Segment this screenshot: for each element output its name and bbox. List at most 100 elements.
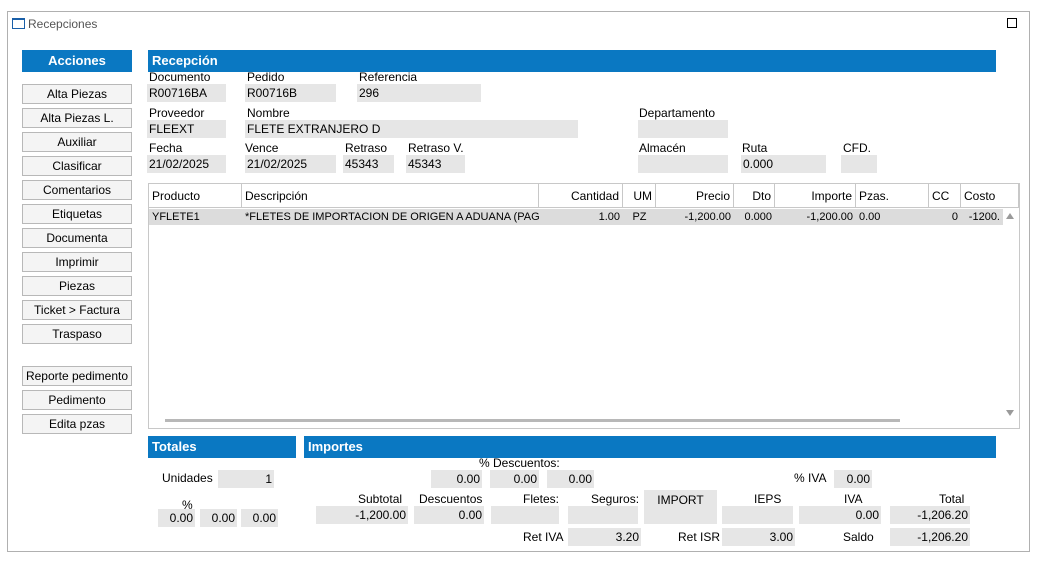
total-label: Total: [939, 492, 965, 506]
nombre-field[interactable]: FLETE EXTRANJERO D: [245, 120, 578, 138]
pct-field-2[interactable]: 0.00: [200, 509, 237, 527]
retraso-v-label: Retraso V.: [408, 141, 464, 155]
ret-isr-field[interactable]: 3.00: [722, 528, 795, 546]
window-icon: [12, 18, 25, 29]
comentarios-button[interactable]: Comentarios: [22, 180, 132, 200]
col-dto[interactable]: Dto: [734, 184, 775, 208]
departamento-field[interactable]: [638, 120, 728, 138]
cell-producto[interactable]: YFLETE1: [149, 209, 242, 225]
col-um[interactable]: UM: [623, 184, 656, 208]
retraso-field[interactable]: 45343: [343, 155, 394, 173]
scroll-down-arrow-icon[interactable]: [1006, 410, 1014, 416]
reception-header: Recepción: [148, 50, 996, 72]
importes-header: Importes: [304, 436, 996, 458]
cfd-field[interactable]: [841, 155, 877, 173]
descuentos-label: Descuentos: [419, 492, 483, 506]
iva-label: IVA: [844, 492, 863, 506]
documento-field[interactable]: R00716BA: [147, 84, 226, 102]
seguros-label: Seguros:: [591, 492, 640, 506]
col-cc[interactable]: CC: [929, 184, 961, 208]
cell-dto[interactable]: 0.000: [734, 209, 775, 225]
edita-pzas-button[interactable]: Edita pzas: [22, 414, 132, 434]
iva-pct-field[interactable]: 0.00: [834, 470, 872, 488]
iva-pct-label: % IVA: [794, 471, 827, 485]
imprimir-button[interactable]: Imprimir: [22, 252, 132, 272]
cell-cantidad[interactable]: 1.00: [539, 209, 623, 225]
cell-descripcion[interactable]: *FLETES DE IMPORTACION DE ORIGEN A ADUAN…: [242, 209, 539, 225]
col-importe[interactable]: Importe: [775, 184, 856, 208]
pedido-label: Pedido: [247, 70, 285, 84]
vence-field[interactable]: 21/02/2025: [245, 155, 336, 173]
nombre-label: Nombre: [247, 106, 290, 120]
ieps-field[interactable]: [722, 506, 793, 524]
vence-label: Vence: [245, 141, 279, 155]
clasificar-button[interactable]: Clasificar: [22, 156, 132, 176]
ret-iva-label: Ret IVA: [523, 530, 564, 544]
saldo-field[interactable]: -1,206.20: [890, 528, 970, 546]
scroll-up-arrow-icon[interactable]: [1006, 213, 1014, 219]
descuentos-pct-field-2[interactable]: 0.00: [490, 470, 539, 488]
etiquetas-button[interactable]: Etiquetas: [22, 204, 132, 224]
fletes-label: Fletes:: [523, 492, 560, 506]
referencia-field[interactable]: 296: [357, 84, 481, 102]
import-field[interactable]: IMPORT: [644, 490, 717, 524]
recepciones-window: Recepciones Acciones Alta Piezas Alta Pi…: [7, 11, 1030, 552]
ieps-label: IEPS: [754, 492, 782, 506]
reporte-pedimento-button[interactable]: Reporte pedimento: [22, 366, 132, 386]
col-producto[interactable]: Producto: [149, 184, 242, 208]
horizontal-scrollbar[interactable]: [165, 419, 900, 422]
descuentos-field[interactable]: 0.00: [414, 506, 484, 524]
cell-importe[interactable]: -1,200.00: [775, 209, 856, 225]
alta-piezas-l-button[interactable]: Alta Piezas L.: [22, 108, 132, 128]
cell-precio[interactable]: -1,200.00: [656, 209, 734, 225]
seguros-field[interactable]: [568, 506, 638, 524]
maximize-button[interactable]: [1007, 18, 1017, 28]
auxiliar-button[interactable]: Auxiliar: [22, 132, 132, 152]
window-title: Recepciones: [28, 17, 98, 31]
proveedor-field[interactable]: FLEEXT: [147, 120, 226, 138]
alta-piezas-button[interactable]: Alta Piezas: [22, 84, 132, 104]
col-precio[interactable]: Precio: [656, 184, 734, 208]
fecha-field[interactable]: 21/02/2025: [147, 155, 226, 173]
traspaso-button[interactable]: Traspaso: [22, 324, 132, 344]
piezas-button[interactable]: Piezas: [22, 276, 132, 296]
descuentos-pct-field-3[interactable]: 0.00: [547, 470, 594, 488]
pct-field-1[interactable]: 0.00: [158, 509, 195, 527]
subtotal-field[interactable]: -1,200.00: [316, 506, 408, 524]
ruta-field[interactable]: 0.000: [741, 155, 826, 173]
cell-pzas[interactable]: 0.00: [856, 209, 929, 225]
descuentos-pct-label: % Descuentos:: [479, 456, 560, 470]
ret-isr-label: Ret ISR: [678, 530, 721, 544]
fletes-field[interactable]: [491, 506, 559, 524]
retraso-v-field[interactable]: 45343: [406, 155, 465, 173]
fecha-label: Fecha: [149, 141, 183, 155]
cell-um[interactable]: PZ: [623, 209, 656, 225]
subtotal-label: Subtotal: [358, 492, 403, 506]
ticket-factura-button[interactable]: Ticket > Factura: [22, 300, 132, 320]
col-descripcion[interactable]: Descripción: [242, 184, 539, 208]
documento-label: Documento: [149, 70, 211, 84]
almacen-label: Almacén: [639, 141, 686, 155]
almacen-field[interactable]: [638, 155, 728, 173]
descuentos-pct-field-1[interactable]: 0.00: [431, 470, 482, 488]
pedimento-button[interactable]: Pedimento: [22, 390, 132, 410]
referencia-label: Referencia: [359, 70, 418, 84]
col-pzas[interactable]: Pzas.: [856, 184, 929, 208]
col-costo[interactable]: Costo: [961, 184, 1019, 208]
import-label: IMPORT: [657, 493, 704, 507]
total-field[interactable]: -1,206.20: [890, 506, 970, 524]
retraso-label: Retraso: [345, 141, 388, 155]
products-grid[interactable]: Producto Descripción Cantidad UM Precio …: [148, 183, 1020, 429]
departamento-label: Departamento: [639, 106, 716, 120]
col-cantidad[interactable]: Cantidad: [539, 184, 623, 208]
cell-cc[interactable]: 0: [929, 209, 961, 225]
iva-field[interactable]: 0.00: [799, 506, 881, 524]
documenta-button[interactable]: Documenta: [22, 228, 132, 248]
title-bar: Recepciones: [8, 12, 1029, 36]
cell-costo[interactable]: -1200.: [961, 209, 1003, 225]
ret-iva-field[interactable]: 3.20: [568, 528, 641, 546]
unidades-field[interactable]: 1: [218, 470, 274, 488]
pct-field-3[interactable]: 0.00: [241, 509, 278, 527]
proveedor-label: Proveedor: [149, 106, 205, 120]
pedido-field[interactable]: R00716B: [245, 84, 336, 102]
